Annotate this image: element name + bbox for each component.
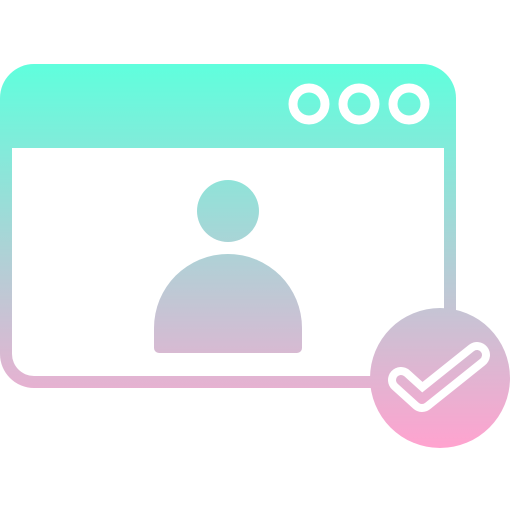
icon-canvas [0, 0, 512, 512]
avatar-head [197, 180, 259, 242]
window-content-top-edge [12, 148, 444, 178]
checkmark-badge-icon [370, 308, 510, 448]
verified-user-window-icon [0, 64, 510, 448]
